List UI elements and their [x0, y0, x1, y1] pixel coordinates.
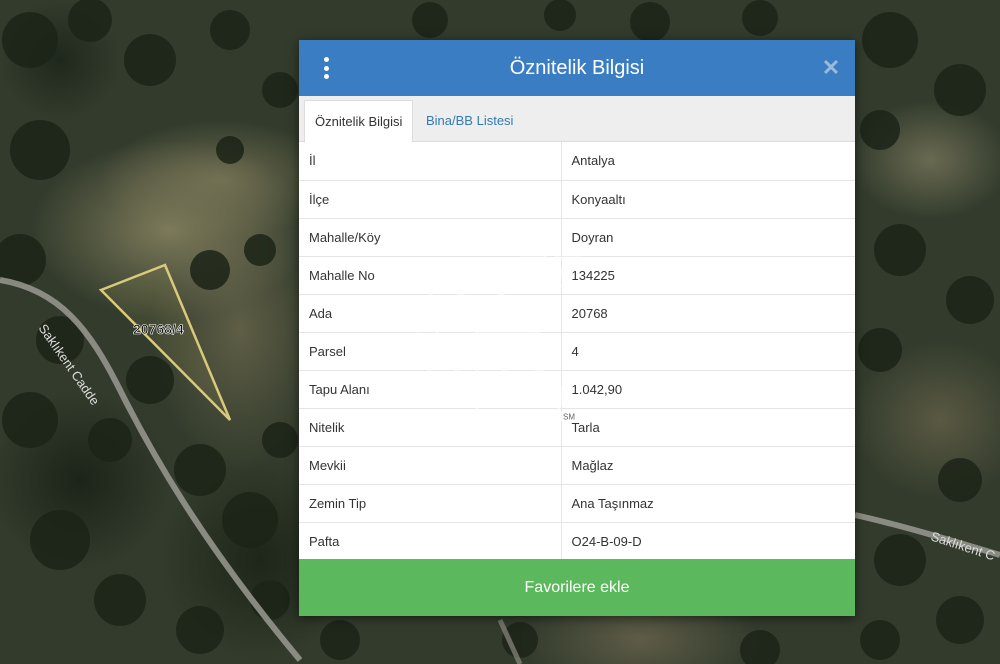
add-to-favorites-button[interactable]: Favorilere ekle — [299, 559, 855, 616]
attribute-key: Nitelik — [299, 408, 562, 447]
attribute-row: Zemin Tip Ana Taşınmaz — [299, 484, 855, 523]
dialog-header: Öznitelik Bilgisi ✕ — [299, 40, 855, 96]
attribute-key: Mahalle No — [299, 256, 562, 295]
attribute-row: Mevkii Mağlaz — [299, 446, 855, 485]
attribute-value: Antalya — [561, 142, 855, 181]
attribute-value: Tarla — [561, 408, 855, 447]
attribute-row: İl Antalya — [299, 142, 855, 181]
attribute-key: İl — [299, 142, 562, 181]
attribute-row: Ada 20768 — [299, 294, 855, 333]
attribute-key: Zemin Tip — [299, 484, 562, 523]
attribute-key: Parsel — [299, 332, 562, 371]
attribute-value: Mağlaz — [561, 446, 855, 485]
parcel-label: 20768/4 — [133, 321, 184, 337]
attribute-key: Mahalle/Köy — [299, 218, 562, 257]
tab-attribute-info[interactable]: Öznitelik Bilgisi — [304, 100, 414, 143]
attribute-value: 134225 — [561, 256, 855, 295]
attribute-key: Mevkii — [299, 446, 562, 485]
attribute-row: Parsel 4 — [299, 332, 855, 371]
attribute-table: İl Antalya İlçe Konyaaltı Mahalle/Köy Doyran M… — [299, 142, 855, 561]
attribute-key: İlçe — [299, 180, 562, 219]
attribute-value: Konyaaltı — [561, 180, 855, 219]
attribute-value: 1.042,90 — [561, 370, 855, 409]
attribute-value: Ana Taşınmaz — [561, 484, 855, 523]
vertical-dots-icon[interactable] — [319, 57, 333, 79]
attribute-key: Pafta — [299, 522, 562, 561]
attribute-row: Pafta O24-B-09-D — [299, 522, 855, 561]
street-label-right: Saklıkent C — [929, 529, 997, 564]
attribute-key: Tapu Alanı — [299, 370, 562, 409]
attribute-value: 20768 — [561, 294, 855, 333]
attribute-value: Doyran — [561, 218, 855, 257]
tab-building-list[interactable]: Bina/BB Listesi — [416, 100, 523, 142]
attribute-row: Nitelik Tarla — [299, 408, 855, 447]
attribute-row: Mahalle No 134225 — [299, 256, 855, 295]
attribute-value: 4 — [561, 332, 855, 371]
dialog-title: Öznitelik Bilgisi — [509, 56, 645, 79]
attribute-key: Ada — [299, 294, 562, 333]
attribute-value: O24-B-09-D — [561, 522, 855, 561]
attribute-info-dialog: Öznitelik Bilgisi ✕ Öznitelik Bilgisi Bi… — [299, 40, 855, 616]
attribute-row: İlçe Konyaaltı — [299, 180, 855, 219]
tab-bar: Öznitelik Bilgisi Bina/BB Listesi — [299, 96, 855, 143]
attribute-row: Mahalle/Köy Doyran — [299, 218, 855, 257]
attribute-row: Tapu Alanı 1.042,90 — [299, 370, 855, 409]
close-icon[interactable]: ✕ — [821, 56, 841, 80]
